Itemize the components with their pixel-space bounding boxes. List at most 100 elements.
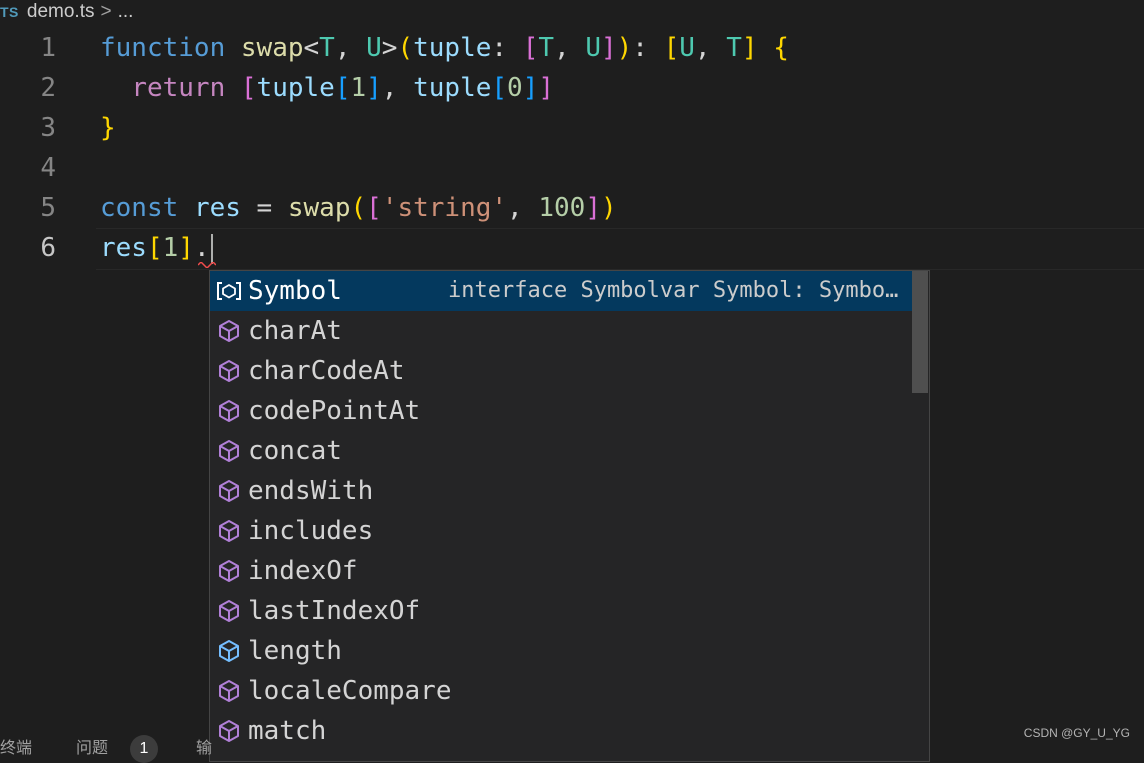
code-token: 100 [538,193,586,223]
code-token: 0 [507,73,523,103]
code-token: ) [600,193,617,223]
code-token: tuple [413,73,492,103]
line-code: res[1]. [100,228,213,268]
suggest-item-symbol[interactable]: Symbol interface Symbolvar Symbol: Symbol… [210,271,912,311]
line-code: function swap<T, U>(tuple: [T, U]): [U, … [100,28,789,68]
watermark: CSDN @GY_U_YG [1023,726,1130,740]
tab-problems[interactable]: 问题 [76,734,108,758]
suggest-item-label: charAt [248,316,342,346]
code-token: [ [491,73,508,103]
method-icon [210,391,248,431]
code-token: U [585,33,601,63]
code-token: [ [240,73,257,103]
suggest-widget[interactable]: Symbol interface Symbolvar Symbol: Symbol… [209,270,930,762]
interface-icon [210,271,248,311]
error-squiggle [198,262,216,268]
method-icon [210,351,248,391]
code-line[interactable]: 6 res[1]. [0,228,1144,268]
code-token: [ [334,73,351,103]
code-token: swap [287,193,351,223]
code-token: T [319,33,335,63]
code-token: U [366,33,382,63]
property-icon [210,631,248,671]
suggest-item-label: endsWith [248,476,374,506]
code-line[interactable]: 2 return [tuple[1], tuple[0]] [0,68,1144,108]
code-token: } [100,113,116,143]
chevron-right-icon: > [100,1,112,22]
code-token: const [100,193,179,223]
code-token: [ [366,193,382,223]
suggest-item-detail: interface Symbolvar Symbol: SymbolConstr… [448,278,908,303]
code-token: , [694,33,727,63]
code-token: 1 [162,233,179,263]
panel-tab-bar: 终端 问题 1 输 [0,728,1144,763]
suggest-item-label: includes [248,516,374,546]
typescript-file-icon: TS [0,4,19,20]
code-token: . [193,233,210,263]
suggest-item-length[interactable]: length [210,631,912,671]
code-line[interactable]: 5 const res = swap(['string', 100]) [0,188,1144,228]
code-token: ] [178,233,194,263]
suggest-item-codepointat[interactable]: codePointAt [210,391,912,431]
suggest-item-label: Symbol [248,276,342,306]
code-token: [ [663,33,680,63]
suggest-item-charcodeat[interactable]: charCodeAt [210,351,912,391]
code-token: > [381,33,398,63]
breadcrumb-file-name[interactable]: demo.ts [27,1,95,23]
code-token: T [726,33,742,63]
breadcrumb: TS demo.ts > ... [0,0,1144,24]
line-number: 5 [40,193,56,223]
method-icon [210,671,248,711]
suggest-item-label: indexOf [248,556,358,586]
code-token: : [491,33,523,63]
method-icon [210,591,248,631]
method-icon [210,311,248,351]
suggest-item-localecompare[interactable]: localeCompare [210,671,912,711]
suggest-item-label: codePointAt [248,396,421,426]
line-code: } [100,108,116,148]
line-code: const res = swap(['string', 100]) [100,188,617,228]
code-token: function [100,33,226,63]
code-token: ] [522,73,539,103]
line-code: return [tuple[1], tuple[0]] [100,68,554,108]
code-token: U [679,33,695,63]
method-icon [210,471,248,511]
code-token: ] [585,193,601,223]
suggest-item-includes[interactable]: includes [210,511,912,551]
code-token: res [193,193,241,223]
code-line[interactable]: 3} [0,108,1144,148]
line-number: 1 [40,33,56,63]
code-token: ] [538,73,555,103]
code-token: [ [522,33,539,63]
code-token: , [554,33,586,63]
suggest-item-charat[interactable]: charAt [210,311,912,351]
tab-terminal[interactable]: 终端 [0,734,32,758]
suggest-scrollbar[interactable] [912,271,928,393]
code-line[interactable]: 4 [0,148,1144,188]
suggest-item-endswith[interactable]: endsWith [210,471,912,511]
breadcrumb-trail[interactable]: ... [118,1,134,23]
code-token: < [303,33,320,63]
text-cursor [210,233,213,264]
code-token: ] [366,73,382,103]
code-token: ] [600,33,617,63]
suggest-item-concat[interactable]: concat [210,431,912,471]
tab-output[interactable]: 输 [196,734,212,758]
suggest-item-lastindexof[interactable]: lastIndexOf [210,591,912,631]
code-token: 'string' [381,193,508,223]
code-token: , [507,193,539,223]
suggest-item-indexof[interactable]: indexOf [210,551,912,591]
code-token: = [240,193,288,223]
method-icon [210,431,248,471]
code-token: , [334,33,367,63]
code-token: ( [350,193,367,223]
code-token: ] [741,33,758,63]
code-token: tuple [413,33,492,63]
suggest-item-label: length [248,636,342,666]
code-line[interactable]: 1 function swap<T, U>(tuple: [T, U]): [U,… [0,28,1144,68]
